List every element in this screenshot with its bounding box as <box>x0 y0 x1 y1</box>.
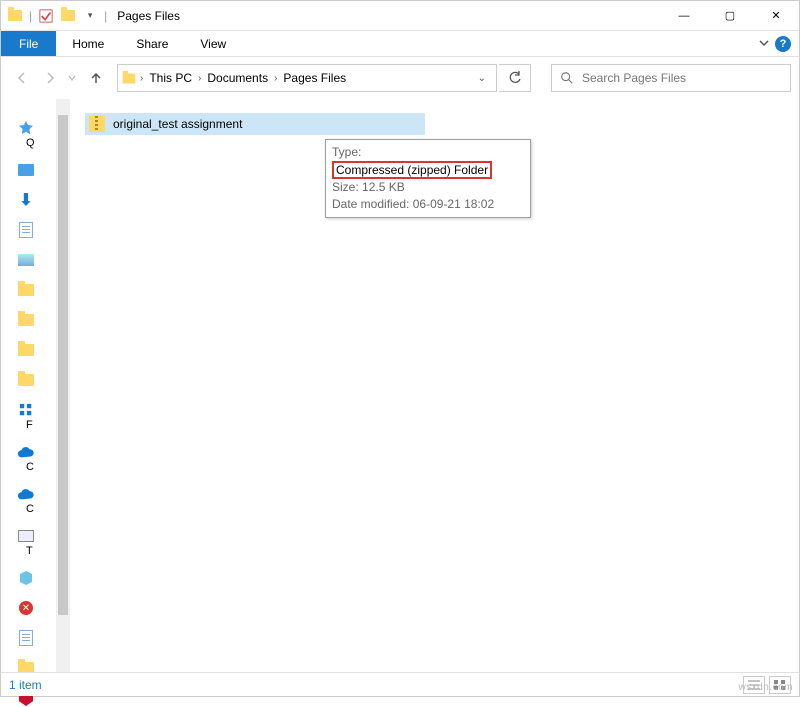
tab-home[interactable]: Home <box>56 31 120 56</box>
download-icon: ⬇ <box>17 191 35 209</box>
sidebar-item-pictures[interactable] <box>17 251 35 269</box>
address-dropdown-icon[interactable]: ⌄ <box>472 73 492 84</box>
file-list[interactable]: original_test assignment Type: Compresse… <box>51 99 799 672</box>
separator: | <box>104 9 107 23</box>
address-bar[interactable]: › This PC › Documents › Pages Files ⌄ <box>117 64 497 92</box>
folder-icon <box>17 371 35 389</box>
forward-button[interactable] <box>37 65 63 91</box>
breadcrumb-documents[interactable]: Documents <box>203 71 272 85</box>
chevron-right-icon[interactable]: › <box>272 73 279 84</box>
chevron-right-icon[interactable]: › <box>196 73 203 84</box>
separator: | <box>29 9 32 23</box>
sidebar-item-onedrive[interactable]: C <box>16 443 36 473</box>
window-title: Pages Files <box>117 9 180 23</box>
folder-icon <box>17 341 35 359</box>
cube-icon <box>17 569 35 587</box>
status-bar: 1 item <box>1 672 799 696</box>
document-icon <box>17 629 35 647</box>
back-button[interactable] <box>9 65 35 91</box>
document-icon <box>17 221 35 239</box>
sidebar-item-3d[interactable] <box>17 569 35 587</box>
file-item[interactable]: original_test assignment <box>85 113 425 135</box>
ribbon-collapse-icon[interactable] <box>759 35 769 53</box>
sidebar-item-documents[interactable] <box>17 221 35 239</box>
pictures-icon <box>17 251 35 269</box>
sidebar-item-desktop[interactable] <box>17 161 35 179</box>
file-name: original_test assignment <box>113 117 242 131</box>
close-button[interactable]: ✕ <box>753 1 799 31</box>
breadcrumb-current[interactable]: Pages Files <box>279 71 350 85</box>
tab-share[interactable]: Share <box>120 31 184 56</box>
item-count: 1 item <box>9 678 42 692</box>
tooltip-size: Size: 12.5 KB <box>332 179 524 196</box>
search-placeholder: Search Pages Files <box>582 71 686 85</box>
cloud-icon <box>17 485 35 503</box>
folder-icon <box>60 8 76 24</box>
sidebar-item-quick-access[interactable]: Q <box>16 119 36 149</box>
sidebar-item-documents[interactable] <box>17 629 35 647</box>
history-dropdown-icon[interactable] <box>65 65 79 91</box>
chevron-right-icon[interactable]: › <box>138 73 145 84</box>
title-bar: | ▾ | Pages Files — ▢ ✕ <box>1 1 799 31</box>
folder-icon <box>17 281 35 299</box>
ribbon-right: ? <box>759 31 799 56</box>
sidebar-item-folder[interactable] <box>17 281 35 299</box>
sidebar-item-onedrive[interactable]: C <box>16 485 36 515</box>
desktop-icon <box>17 161 35 179</box>
watermark: wsxdn.com <box>738 682 793 693</box>
tooltip: Type: Compressed (zipped) Folder Size: 1… <box>325 139 531 218</box>
title-bar-left: | ▾ | Pages Files <box>1 8 180 24</box>
main-area: Q ⬇ F C C T ✕ original_test assignment T… <box>1 99 799 672</box>
refresh-button[interactable] <box>499 64 531 92</box>
search-input[interactable]: Search Pages Files <box>551 64 791 92</box>
qat-dropdown-icon[interactable]: ▾ <box>82 8 98 24</box>
tab-view[interactable]: View <box>184 31 242 56</box>
file-tab[interactable]: File <box>1 31 56 56</box>
star-icon <box>17 119 35 137</box>
window-controls: — ▢ ✕ <box>661 1 799 31</box>
folder-icon <box>7 8 23 24</box>
sidebar-item-folder[interactable] <box>17 371 35 389</box>
grid-icon <box>17 401 35 419</box>
sidebar-item-apps[interactable]: F <box>16 401 36 431</box>
breadcrumb-this-pc[interactable]: This PC <box>145 71 196 85</box>
error-icon: ✕ <box>17 599 35 617</box>
ribbon: File Home Share View ? <box>1 31 799 57</box>
minimize-button[interactable]: — <box>661 1 707 31</box>
nav-row: › This PC › Documents › Pages Files ⌄ Se… <box>1 57 799 99</box>
zip-icon <box>89 116 105 132</box>
help-icon[interactable]: ? <box>775 36 791 52</box>
folder-icon <box>17 311 35 329</box>
sidebar[interactable]: Q ⬇ F C C T ✕ <box>1 99 51 672</box>
up-button[interactable] <box>83 65 109 91</box>
cloud-icon <box>17 443 35 461</box>
maximize-button[interactable]: ▢ <box>707 1 753 31</box>
pc-icon <box>17 527 35 545</box>
search-icon <box>560 71 574 85</box>
sidebar-item-folder[interactable] <box>17 311 35 329</box>
sidebar-item-folder[interactable] <box>17 341 35 359</box>
tooltip-date: Date modified: 06-09-21 18:02 <box>332 196 524 213</box>
sidebar-item-this-pc[interactable]: T <box>16 527 36 557</box>
sidebar-item-error[interactable]: ✕ <box>17 599 35 617</box>
checkbox-icon[interactable] <box>38 8 54 24</box>
sidebar-item-downloads[interactable]: ⬇ <box>17 191 35 209</box>
folder-icon <box>123 73 136 83</box>
tooltip-type: Type: Compressed (zipped) Folder <box>332 144 524 179</box>
